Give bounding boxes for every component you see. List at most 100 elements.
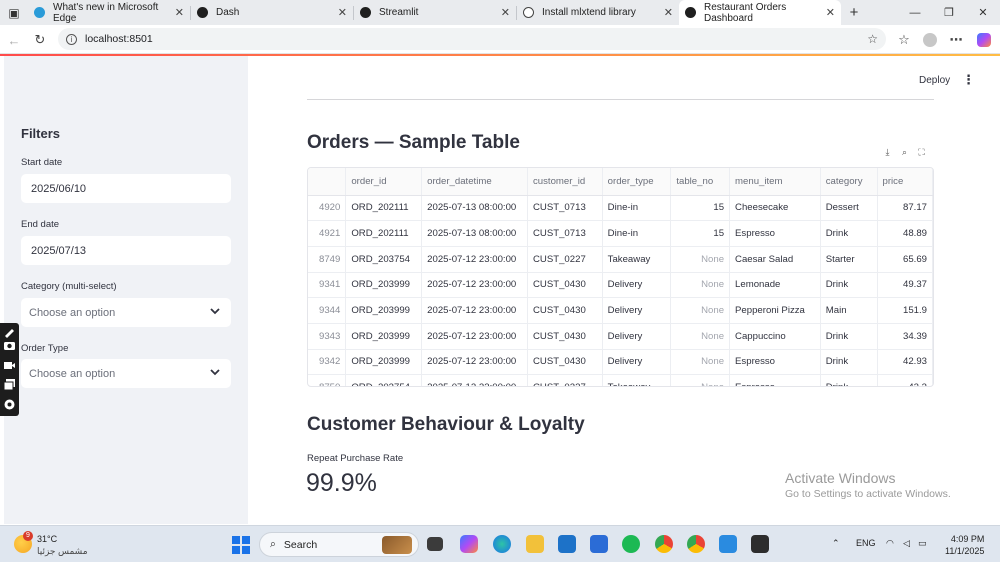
pen-icon[interactable] — [3, 325, 16, 338]
address-bar[interactable]: i localhost:8501 ☆ — [58, 28, 886, 50]
cell-price: 42.93 — [877, 349, 933, 376]
volume-icon[interactable]: ◁ — [903, 538, 910, 549]
vscode-icon[interactable] — [719, 535, 737, 553]
favorites-icon[interactable]: ☆ — [894, 30, 914, 50]
cell-menu-item: Pepperoni Pizza — [729, 297, 821, 324]
tab-dash[interactable]: Dash ✕ — [191, 0, 353, 25]
column-header-order-id[interactable]: order_id — [345, 168, 423, 196]
search-icon: ⌕ — [270, 538, 276, 550]
download-icon[interactable]: ⤓ — [882, 147, 893, 158]
edge-icon — [34, 7, 45, 18]
search-icon[interactable]: ⌕ — [899, 147, 910, 158]
system-clock[interactable]: 4:09 PM 11/1/2025 — [945, 533, 984, 557]
camera-icon[interactable] — [3, 339, 16, 352]
store-icon[interactable] — [590, 535, 608, 553]
favorite-star-icon[interactable]: ☆ — [867, 32, 878, 46]
tab-restaurant-orders[interactable]: Restaurant Orders Dashboard ✕ — [679, 0, 841, 25]
cell-menu-item: Cappuccino — [729, 323, 821, 350]
table-header-row: order_id order_datetime customer_id orde… — [308, 168, 933, 196]
cell-order-type: Delivery — [602, 297, 672, 324]
reload-icon[interactable]: ↻ — [30, 30, 50, 50]
close-tab-icon[interactable]: ✕ — [501, 6, 510, 19]
cell-price: 65.69 — [877, 246, 933, 273]
table-row[interactable]: 4920 ORD_202111 2025-07-13 08:00:00 CUST… — [308, 195, 933, 222]
column-header-menu-item[interactable]: menu_item — [729, 168, 821, 196]
cell-category: Drink — [820, 220, 878, 247]
orders-table[interactable]: order_id order_datetime customer_id orde… — [307, 167, 934, 387]
deploy-button[interactable]: Deploy — [913, 73, 956, 88]
column-header-order-datetime[interactable]: order_datetime — [421, 168, 528, 196]
minimize-button[interactable]: — — [898, 0, 932, 25]
language-indicator[interactable]: ENG — [856, 538, 876, 548]
tab-streamlit[interactable]: Streamlit ✕ — [354, 0, 516, 25]
cell-order-id: ORD_203754 — [345, 246, 423, 273]
close-tab-icon[interactable]: ✕ — [664, 6, 673, 19]
fullscreen-icon[interactable]: ⛶ — [916, 147, 927, 158]
category-multiselect[interactable]: Choose an option — [21, 298, 231, 327]
gallery-icon[interactable] — [3, 378, 16, 391]
close-window-button[interactable]: ✕ — [966, 0, 1000, 25]
cell-menu-item: Espresso — [729, 374, 821, 386]
cell-menu-item: Cheesecake — [729, 195, 821, 222]
chrome-icon[interactable] — [655, 535, 673, 553]
file-explorer-icon[interactable] — [526, 535, 544, 553]
end-date-input[interactable]: 2025/07/13 — [21, 236, 231, 265]
maximize-button[interactable]: ❐ — [932, 0, 966, 25]
taskbar-search[interactable]: ⌕ Search — [259, 532, 419, 557]
gear-icon[interactable] — [3, 398, 16, 411]
battery-icon[interactable]: ▭ — [918, 538, 927, 549]
copilot-icon[interactable] — [974, 30, 994, 50]
profile-avatar[interactable] — [920, 30, 940, 50]
cell-order-type: Delivery — [602, 323, 672, 350]
column-header-order-type[interactable]: order_type — [602, 168, 672, 196]
spotify-icon[interactable] — [622, 535, 640, 553]
new-tab-button[interactable]: + — [841, 0, 867, 25]
start-date-input[interactable]: 2025/06/10 — [21, 174, 231, 203]
edge-icon[interactable] — [493, 535, 511, 553]
chrome-profile-icon[interactable] — [687, 535, 705, 553]
windows-start-icon[interactable] — [232, 536, 250, 554]
table-row[interactable]: 4921 ORD_202111 2025-07-13 08:00:00 CUST… — [308, 220, 933, 247]
notification-badge: 9 — [23, 531, 33, 541]
cell-customer-id: CUST_0227 — [527, 374, 603, 386]
cell-order-type: Takeaway — [602, 374, 672, 386]
start-date-label: Start date — [21, 157, 63, 168]
table-row[interactable]: 9342 ORD_203999 2025-07-12 23:00:00 CUST… — [308, 349, 933, 376]
order-type-select[interactable]: Choose an option — [21, 359, 231, 388]
table-row[interactable]: 9343 ORD_203999 2025-07-12 23:00:00 CUST… — [308, 323, 933, 350]
site-info-icon[interactable]: i — [66, 33, 77, 45]
cell-order-id: ORD_203999 — [345, 323, 423, 350]
tab-install-mlxtend[interactable]: Install mlxtend library ✕ — [517, 0, 679, 25]
close-tab-icon[interactable]: ✕ — [338, 6, 347, 19]
column-header-price[interactable]: price — [877, 168, 933, 196]
terminal-icon[interactable] — [751, 535, 769, 553]
wifi-icon[interactable]: ◠ — [886, 538, 894, 549]
close-tab-icon[interactable]: ✕ — [175, 6, 184, 19]
video-camera-icon[interactable] — [3, 359, 16, 372]
column-header-index[interactable] — [308, 168, 347, 196]
cell-order-datetime: 2025-07-12 23:00:00 — [421, 349, 528, 376]
table-row[interactable]: 9344 ORD_203999 2025-07-12 23:00:00 CUST… — [308, 297, 933, 324]
column-header-customer-id[interactable]: customer_id — [527, 168, 603, 196]
column-header-category[interactable]: category — [820, 168, 878, 196]
copilot-icon[interactable] — [460, 535, 478, 553]
table-row[interactable]: 8750 ORD_203754 2025-07-12 23:00:00 CUST… — [308, 374, 933, 386]
tab-edge-whats-new[interactable]: What's new in Microsoft Edge ✕ — [28, 0, 190, 25]
cell-order-datetime: 2025-07-12 23:00:00 — [421, 272, 528, 299]
column-header-table-no[interactable]: table_no — [670, 168, 731, 196]
url-text[interactable]: localhost:8501 — [85, 33, 153, 45]
order-type-label: Order Type — [21, 343, 69, 354]
cell-order-datetime: 2025-07-12 23:00:00 — [421, 297, 528, 324]
weather-temperature: 31°C — [37, 534, 58, 544]
more-options-icon[interactable]: ⋯ — [946, 30, 966, 50]
table-row[interactable]: 8749 ORD_203754 2025-07-12 23:00:00 CUST… — [308, 246, 933, 273]
main-menu-icon[interactable]: ⋮ — [962, 72, 975, 88]
chevron-up-icon[interactable]: ⌃ — [832, 538, 840, 549]
row-index: 8750 — [308, 374, 347, 386]
task-view-icon[interactable] — [427, 537, 443, 551]
table-row[interactable]: 9341 ORD_203999 2025-07-12 23:00:00 CUST… — [308, 272, 933, 299]
back-arrow-icon[interactable]: ← — [4, 30, 24, 50]
tab-actions-icon[interactable]: ▣ — [0, 0, 28, 25]
outlook-icon[interactable] — [558, 535, 576, 553]
close-tab-icon[interactable]: ✕ — [826, 6, 835, 19]
